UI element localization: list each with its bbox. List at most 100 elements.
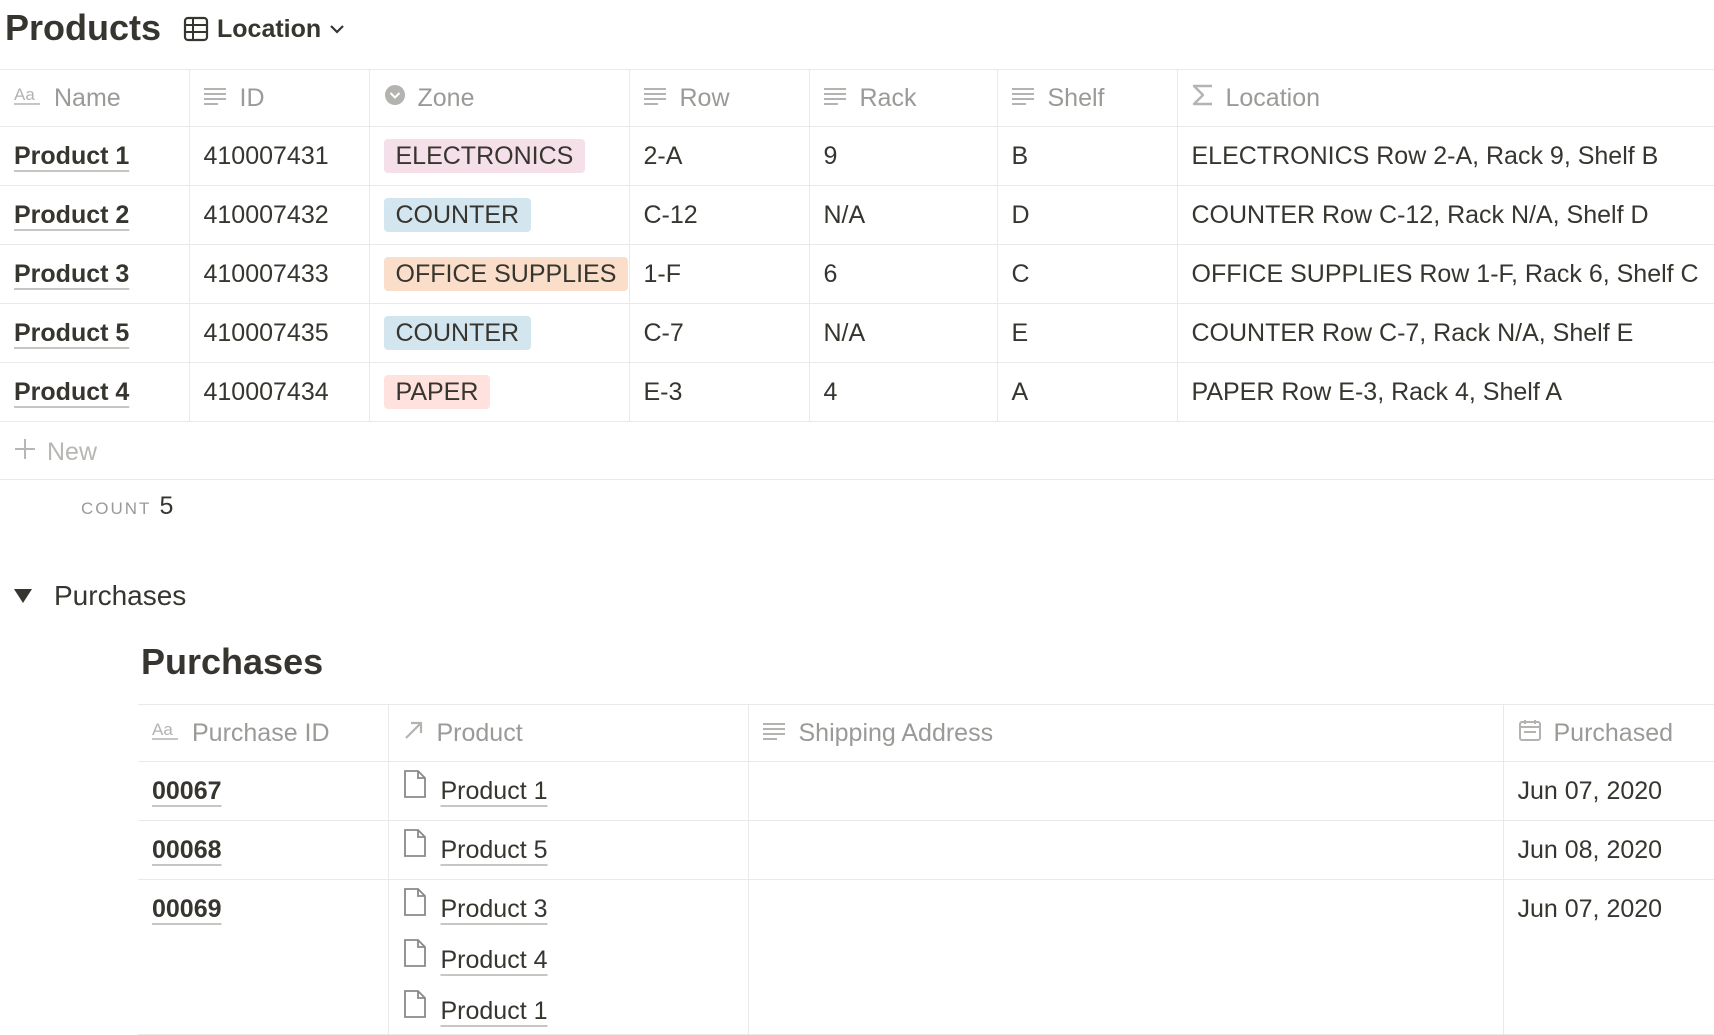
chevron-down-icon — [329, 23, 345, 35]
product-cell[interactable]: Product 5 — [388, 820, 749, 880]
text-lines-icon — [203, 84, 228, 113]
svg-text:Aa: Aa — [152, 720, 173, 739]
new-row-button[interactable]: New — [0, 425, 1714, 480]
view-switcher-label: Location — [217, 14, 322, 43]
column-header-shipping-address[interactable]: Shipping Address — [748, 704, 1504, 762]
id-cell[interactable]: 410007431 — [189, 126, 370, 186]
column-header-zone[interactable]: Zone — [369, 69, 630, 127]
sigma-icon — [1192, 83, 1214, 114]
purchase-id-cell[interactable]: 00067 — [138, 761, 389, 821]
product-cell[interactable]: Product 1 — [388, 761, 749, 821]
column-header-id[interactable]: ID — [189, 69, 370, 127]
product-list: Product 1 — [403, 767, 734, 814]
id-cell[interactable]: 410007435 — [189, 303, 370, 363]
zone-tag: PAPER — [383, 375, 491, 409]
name-cell[interactable]: Product 2 — [0, 185, 190, 245]
products-table: Aa Name ID Zone Row Rack Shelf Location — [0, 69, 1714, 422]
name-cell[interactable]: Product 3 — [0, 244, 190, 304]
shipping-address-cell[interactable] — [748, 879, 1504, 1035]
column-header-row[interactable]: Row — [629, 69, 810, 127]
row-cell[interactable]: 2-A — [629, 126, 810, 186]
purchased-cell[interactable]: Jun 07, 2020 — [1503, 879, 1714, 1035]
table-row[interactable]: Product 1 410007431 ELECTRONICS 2-A 9 B … — [0, 126, 1714, 186]
table-row[interactable]: Product 2 410007432 COUNTER C-12 N/A D C… — [0, 185, 1714, 245]
purchased-cell[interactable]: Jun 08, 2020 — [1503, 820, 1714, 880]
zone-cell[interactable]: COUNTER — [369, 185, 630, 245]
count-value: 5 — [159, 492, 174, 520]
zone-tag: ELECTRONICS — [383, 139, 586, 173]
product-relation-item[interactable]: Product 5 — [403, 826, 734, 873]
rack-cell[interactable]: N/A — [809, 185, 998, 245]
shelf-cell[interactable]: C — [997, 244, 1178, 304]
id-cell[interactable]: 410007433 — [189, 244, 370, 304]
purchased-cell[interactable]: Jun 07, 2020 — [1503, 761, 1714, 821]
location-cell[interactable]: COUNTER Row C-12, Rack N/A, Shelf D — [1177, 185, 1714, 245]
purchase-id-cell[interactable]: 00069 — [138, 879, 389, 1035]
text-lines-icon — [643, 84, 668, 113]
row-cell[interactable]: 1-F — [629, 244, 810, 304]
rack-cell[interactable]: 6 — [809, 244, 998, 304]
product-cell[interactable]: Product 3 Product 4 Product 1 — [388, 879, 749, 1035]
shelf-cell[interactable]: D — [997, 185, 1178, 245]
column-header-name[interactable]: Aa Name — [0, 69, 190, 127]
name-cell[interactable]: Product 1 — [0, 126, 190, 186]
rack-cell[interactable]: 4 — [809, 362, 998, 422]
product-relation-item[interactable]: Product 1 — [403, 767, 734, 814]
page-title: Products — [5, 7, 162, 48]
count-summary[interactable]: COUNT 5 — [81, 492, 173, 521]
text-lines-icon — [762, 719, 787, 748]
svg-text:Aa: Aa — [14, 85, 35, 104]
location-cell[interactable]: PAPER Row E-3, Rack 4, Shelf A — [1177, 362, 1714, 422]
row-cell[interactable]: C-12 — [629, 185, 810, 245]
count-label: COUNT — [81, 499, 152, 518]
shipping-address-cell[interactable] — [748, 761, 1504, 821]
view-switcher[interactable]: Location — [183, 12, 345, 46]
table-row[interactable]: Product 3 410007433 OFFICE SUPPLIES 1-F … — [0, 244, 1714, 304]
product-relation-item[interactable]: Product 3 — [403, 885, 734, 932]
table-row[interactable]: 00067 Product 1 Jun 07, 2020 — [138, 761, 1714, 821]
text-aa-icon: Aa — [152, 719, 180, 748]
table-row[interactable]: 00068 Product 5 Jun 08, 2020 — [138, 820, 1714, 880]
table-row[interactable]: Product 5 410007435 COUNTER C-7 N/A E CO… — [0, 303, 1714, 363]
page-icon — [403, 982, 427, 1034]
product-relation-item[interactable]: Product 4 — [403, 936, 734, 983]
row-cell[interactable]: C-7 — [629, 303, 810, 363]
id-cell[interactable]: 410007434 — [189, 362, 370, 422]
location-cell[interactable]: OFFICE SUPPLIES Row 1-F, Rack 6, Shelf C — [1177, 244, 1714, 304]
purchases-title: Purchases — [141, 641, 324, 682]
column-header-purchase-id[interactable]: Aa Purchase ID — [138, 704, 389, 762]
id-cell[interactable]: 410007432 — [189, 185, 370, 245]
purchase-id-cell[interactable]: 00068 — [138, 820, 389, 880]
name-cell[interactable]: Product 4 — [0, 362, 190, 422]
column-header-product[interactable]: Product — [388, 704, 749, 762]
page-icon — [403, 762, 427, 820]
location-cell[interactable]: ELECTRONICS Row 2-A, Rack 9, Shelf B — [1177, 126, 1714, 186]
table-row[interactable]: Product 4 410007434 PAPER E-3 4 A PAPER … — [0, 362, 1714, 422]
rack-cell[interactable]: 9 — [809, 126, 998, 186]
toggle-triangle-icon[interactable] — [14, 589, 32, 603]
zone-cell[interactable]: PAPER — [369, 362, 630, 422]
column-header-rack[interactable]: Rack — [809, 69, 998, 127]
rack-cell[interactable]: N/A — [809, 303, 998, 363]
zone-tag: OFFICE SUPPLIES — [383, 257, 628, 291]
shipping-address-cell[interactable] — [748, 820, 1504, 880]
purchases-toggle[interactable]: Purchases — [14, 580, 186, 612]
column-header-shelf[interactable]: Shelf — [997, 69, 1178, 127]
zone-cell[interactable]: OFFICE SUPPLIES — [369, 244, 630, 304]
page-icon — [403, 821, 427, 879]
shelf-cell[interactable]: B — [997, 126, 1178, 186]
table-row[interactable]: 00069 Product 3 Product 4 Product 1 Jun … — [138, 879, 1714, 1035]
column-header-location[interactable]: Location — [1177, 69, 1714, 127]
column-header-purchased[interactable]: Purchased — [1503, 704, 1714, 762]
zone-cell[interactable]: ELECTRONICS — [369, 126, 630, 186]
zone-cell[interactable]: COUNTER — [369, 303, 630, 363]
row-cell[interactable]: E-3 — [629, 362, 810, 422]
text-lines-icon — [823, 84, 848, 113]
new-row-label: New — [47, 437, 98, 466]
name-cell[interactable]: Product 5 — [0, 303, 190, 363]
shelf-cell[interactable]: A — [997, 362, 1178, 422]
shelf-cell[interactable]: E — [997, 303, 1178, 363]
location-cell[interactable]: COUNTER Row C-7, Rack N/A, Shelf E — [1177, 303, 1714, 363]
text-aa-icon: Aa — [14, 84, 42, 113]
product-relation-item[interactable]: Product 1 — [403, 987, 734, 1034]
